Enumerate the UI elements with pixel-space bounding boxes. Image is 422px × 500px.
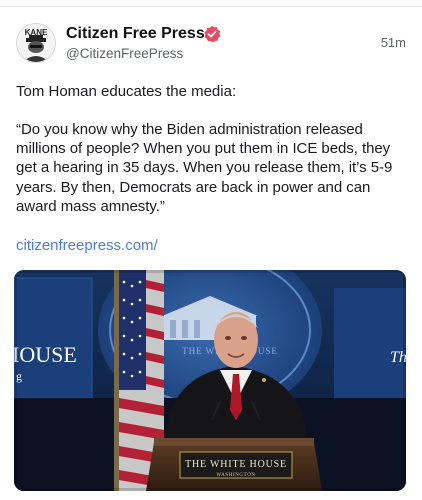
- left-screen-text: IOUSE: [14, 342, 77, 367]
- podium-subtitle: WASHINGTON: [216, 473, 255, 478]
- author-handle[interactable]: @CitizenFreePress: [66, 45, 183, 63]
- podium-title: THE WHITE HOUSE: [185, 459, 287, 470]
- verified-badge-icon: [203, 25, 221, 43]
- post-timestamp[interactable]: 51m: [381, 35, 406, 51]
- podium: THE WHITE HOUSE WASHINGTON: [146, 438, 322, 491]
- post-link[interactable]: citizenfreepress.com/: [16, 236, 158, 255]
- post-image[interactable]: THE WHITE HOUSE IOUSE g Th: [14, 270, 406, 491]
- post-card[interactable]: KANE Citizen Free Press @CitizenFreePres…: [0, 0, 422, 500]
- avatar[interactable]: KANE: [16, 23, 56, 63]
- post-text-intro: Tom Homan educates the media:: [16, 83, 237, 100]
- author-name[interactable]: Citizen Free Press: [66, 24, 205, 44]
- post-text-quote: “Do you know why the Biden administratio…: [16, 121, 393, 215]
